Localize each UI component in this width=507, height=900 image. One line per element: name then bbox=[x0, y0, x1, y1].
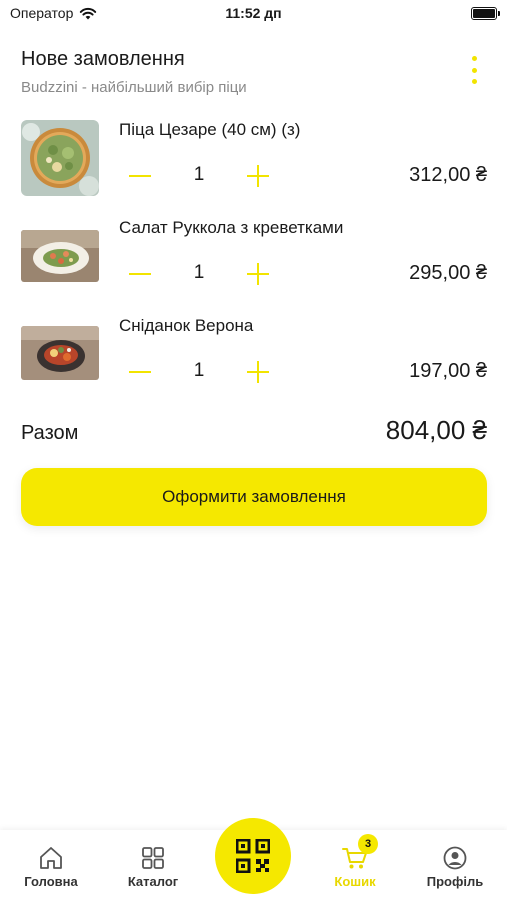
plus-icon[interactable] bbox=[247, 361, 269, 383]
checkout-button[interactable]: Оформити замовлення bbox=[21, 468, 487, 526]
breakfast-thumbnail bbox=[21, 326, 99, 380]
qr-code-icon bbox=[236, 839, 270, 873]
item-price: 312,00 ₴ bbox=[409, 164, 487, 186]
total-label: Разом bbox=[21, 422, 79, 444]
home-icon bbox=[40, 847, 62, 869]
more-vertical-icon[interactable] bbox=[469, 56, 479, 84]
page-subtitle: Budzzini - найбільший вибір піци bbox=[21, 79, 247, 96]
page-title: Нове замовлення bbox=[21, 48, 185, 70]
order-header: Нове замовлення Budzzini - найбільший ви… bbox=[21, 48, 491, 96]
tab-cart[interactable]: 3 Кошик bbox=[315, 834, 395, 889]
quantity-stepper: 1 bbox=[129, 360, 279, 384]
grid-icon bbox=[142, 847, 164, 869]
item-price: 295,00 ₴ bbox=[409, 262, 487, 284]
status-time: 11:52 дп bbox=[225, 5, 282, 21]
pizza-thumbnail bbox=[21, 120, 99, 196]
tab-label: Каталог bbox=[127, 874, 179, 889]
user-icon bbox=[443, 846, 467, 870]
total-value: 804,00 ₴ bbox=[385, 415, 487, 445]
battery-icon bbox=[471, 7, 500, 20]
plus-icon[interactable] bbox=[247, 263, 269, 285]
cart-badge: 3 bbox=[358, 834, 378, 854]
tab-label: Головна bbox=[24, 874, 78, 889]
tab-label: Кошик bbox=[334, 874, 376, 889]
item-name: Сніданок Верона bbox=[119, 316, 254, 335]
minus-icon[interactable] bbox=[129, 175, 151, 177]
item-name: Салат Руккола з креветками bbox=[119, 218, 344, 237]
tab-home[interactable]: Головна bbox=[11, 846, 91, 889]
tab-label: Профіль bbox=[426, 874, 484, 889]
quantity-value: 1 bbox=[193, 360, 205, 381]
tab-profile[interactable]: Профіль bbox=[415, 846, 495, 889]
salad-thumbnail bbox=[21, 230, 99, 282]
item-name: Піца Цезаре (40 см) (з) bbox=[119, 120, 301, 139]
quantity-stepper: 1 bbox=[129, 164, 279, 188]
quantity-stepper: 1 bbox=[129, 262, 279, 286]
cart-item: Сніданок Верона 1 197,00 ₴ bbox=[21, 316, 487, 396]
item-price: 197,00 ₴ bbox=[409, 360, 487, 382]
tab-catalog[interactable]: Каталог bbox=[113, 846, 193, 889]
minus-icon[interactable] bbox=[129, 371, 151, 373]
qr-code-button[interactable] bbox=[215, 818, 291, 894]
quantity-value: 1 bbox=[193, 262, 205, 283]
minus-icon[interactable] bbox=[129, 273, 151, 275]
quantity-value: 1 bbox=[193, 164, 205, 185]
plus-icon[interactable] bbox=[247, 165, 269, 187]
cart-item: Піца Цезаре (40 см) (з) 1 312,00 ₴ bbox=[21, 120, 487, 200]
cart-item: Салат Руккола з креветками 1 295,00 ₴ bbox=[21, 218, 487, 298]
status-bar: Оператор 11:52 дп bbox=[0, 0, 507, 30]
